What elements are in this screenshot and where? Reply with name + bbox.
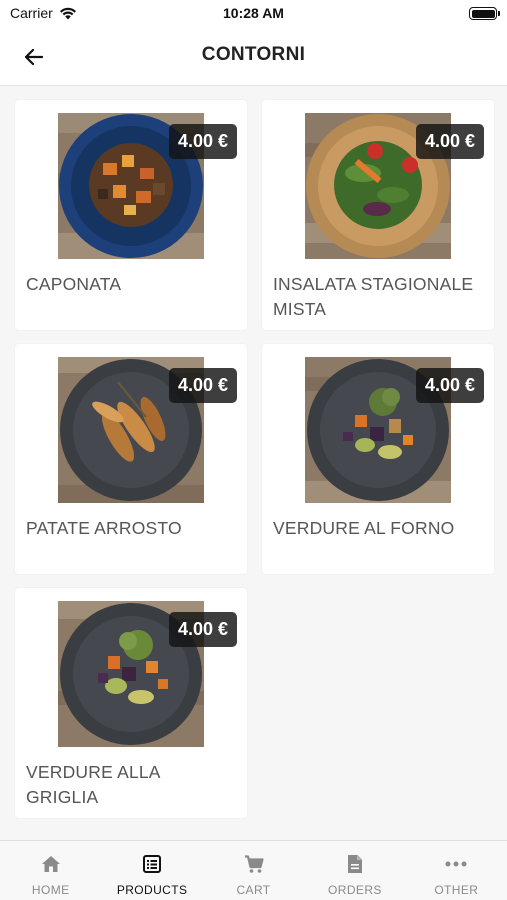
tab-other[interactable]: OTHER xyxy=(406,841,507,900)
product-card-verdure-alla-griglia[interactable]: 4.00 € VERDURE ALLA GRIGLIA xyxy=(15,588,247,818)
navigation-header: CONTORNI xyxy=(0,28,507,86)
page-title: CONTORNI xyxy=(201,44,306,65)
tab-cart[interactable]: CART xyxy=(203,841,304,900)
price-badge: 4.00 € xyxy=(168,368,237,403)
clock: 10:28 AM xyxy=(223,5,284,21)
more-icon xyxy=(445,854,467,874)
product-card-verdure-al-forno[interactable]: 4.00 € VERDURE AL FORNO xyxy=(262,344,494,574)
product-name: PATATE ARROSTO xyxy=(26,518,182,538)
document-icon xyxy=(347,854,363,874)
status-bar: Carrier 10:28 AM xyxy=(0,0,507,28)
tab-bar: HOME PRODUCTS CART ORDERS OTHER xyxy=(0,840,507,900)
product-name: VERDURE ALLA GRIGLIA xyxy=(26,762,160,807)
price-badge: 4.00 € xyxy=(168,612,237,647)
tab-label: ORDERS xyxy=(328,883,382,897)
cart-icon xyxy=(244,854,264,874)
tab-label: CART xyxy=(236,883,271,897)
product-card-insalata-stagionale-mista[interactable]: 4.00 € INSALATA STAGIONALE MISTA xyxy=(262,100,494,330)
product-grid: 4.00 € CAPONATA 4.00 € INSALATA STAGIONA… xyxy=(0,86,507,840)
product-card-patate-arrosto[interactable]: 4.00 € PATATE ARROSTO xyxy=(15,344,247,574)
tab-label: OTHER xyxy=(434,883,479,897)
home-icon xyxy=(41,854,61,874)
tab-label: HOME xyxy=(31,883,70,897)
price-badge: 4.00 € xyxy=(168,124,237,159)
battery-icon xyxy=(469,7,500,20)
tab-products[interactable]: PRODUCTS xyxy=(101,841,202,900)
product-name: INSALATA STAGIONALE MISTA xyxy=(273,274,474,319)
tab-label: PRODUCTS xyxy=(116,883,188,897)
price-badge: 4.00 € xyxy=(415,124,484,159)
product-name: VERDURE AL FORNO xyxy=(273,518,455,538)
tab-orders[interactable]: ORDERS xyxy=(304,841,405,900)
product-name: CAPONATA xyxy=(26,274,122,294)
list-icon xyxy=(143,854,162,874)
price-badge: 4.00 € xyxy=(415,368,484,403)
tab-home[interactable]: HOME xyxy=(0,841,101,900)
product-card-caponata[interactable]: 4.00 € CAPONATA xyxy=(15,100,247,330)
